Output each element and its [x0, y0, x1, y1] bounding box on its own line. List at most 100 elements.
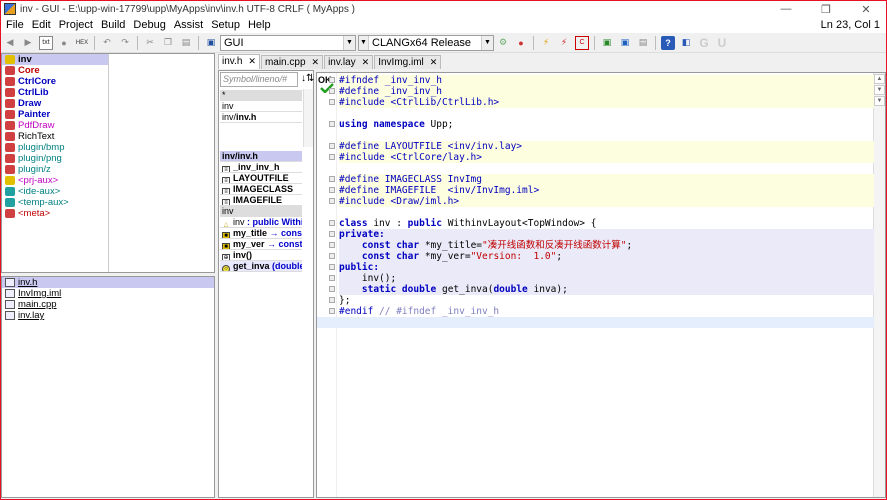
maximize-button[interactable]: ❐: [806, 3, 846, 16]
package-organizer-icon[interactable]: ▣: [204, 36, 218, 50]
symbol-item[interactable]: ≡ IMAGEFILE: [220, 195, 302, 206]
symbol-item[interactable]: ■ my_ver → const: [220, 239, 302, 250]
menu-help[interactable]: Help: [244, 19, 275, 31]
code-line[interactable]: #ifndef _inv_inv_h: [339, 75, 874, 86]
package-item[interactable]: CtrlCore: [2, 76, 108, 87]
code-line[interactable]: [317, 317, 874, 328]
scope-item[interactable]: *: [220, 90, 302, 101]
package-item[interactable]: plugin/bmp: [2, 142, 108, 153]
close-icon[interactable]: ✕: [312, 57, 320, 67]
symbol-item[interactable]: ○ get_inva (double: [220, 261, 302, 272]
line-marker[interactable]: [329, 275, 335, 281]
file-item[interactable]: InvImg.iml: [2, 288, 214, 299]
code-line[interactable]: #include <CtrlCore/lay.h>: [339, 152, 874, 163]
symbol-item[interactable]: ⊕ inv(): [220, 250, 302, 261]
line-marker[interactable]: [329, 242, 335, 248]
browse-icon[interactable]: ◧: [679, 36, 693, 50]
code-line[interactable]: #define _inv_inv_h: [339, 86, 874, 97]
editor-scrollbar[interactable]: ▲ ▼ ▼: [873, 73, 885, 497]
sort-icon[interactable]: ↓⇅: [301, 73, 314, 84]
file-item[interactable]: inv.h: [2, 277, 214, 288]
back-icon[interactable]: ◀: [3, 36, 17, 50]
package-item[interactable]: Painter: [2, 109, 108, 120]
code-line[interactable]: class inv : public WithinvLayout<TopWind…: [339, 218, 874, 229]
symbol-item[interactable]: ≡ IMAGECLASS: [220, 184, 302, 195]
menu-assist[interactable]: Assist: [170, 19, 207, 31]
symbol-item[interactable]: inv: [220, 206, 302, 217]
file-item[interactable]: inv.lay: [2, 310, 214, 321]
line-marker[interactable]: [329, 187, 335, 193]
minimize-button[interactable]: —: [766, 3, 806, 15]
code-editor[interactable]: OK ▲ ▼ ▼ #ifndef _inv_inv_h #define _inv_…: [316, 72, 886, 498]
code-line[interactable]: const char *my_ver="Version: 1.0";: [339, 251, 874, 262]
editor-tab[interactable]: main.cpp ✕: [260, 55, 324, 69]
package-item[interactable]: CtrlLib: [2, 87, 108, 98]
menu-setup[interactable]: Setup: [207, 19, 244, 31]
package-item[interactable]: PdfDraw: [2, 120, 108, 131]
menu-debug[interactable]: Debug: [129, 19, 169, 31]
line-marker[interactable]: [329, 198, 335, 204]
rebuild-icon[interactable]: ⚡: [557, 36, 571, 50]
text-mode-icon[interactable]: txt: [39, 35, 53, 50]
package-item[interactable]: <meta>: [2, 208, 108, 219]
line-marker[interactable]: [329, 154, 335, 160]
menu-file[interactable]: File: [1, 19, 28, 31]
line-marker[interactable]: [329, 176, 335, 182]
copy-icon[interactable]: ❐: [161, 36, 175, 50]
line-marker[interactable]: [329, 308, 335, 314]
main-config-select[interactable]: GUI ▼: [220, 34, 356, 51]
close-icon[interactable]: ✕: [248, 56, 256, 66]
clean-icon[interactable]: ●: [514, 36, 528, 50]
line-gutter[interactable]: [317, 73, 337, 497]
line-marker[interactable]: [329, 143, 335, 149]
menu-edit[interactable]: Edit: [28, 19, 55, 31]
output-icon[interactable]: ▤: [636, 36, 650, 50]
menu-project[interactable]: Project: [55, 19, 97, 31]
line-marker[interactable]: [329, 77, 335, 83]
scroll-down-icon[interactable]: ▼: [874, 96, 885, 106]
package-item[interactable]: <ide-aux>: [2, 186, 108, 197]
navigator-search-input[interactable]: Symbol/lineno/#: [220, 72, 298, 87]
line-marker[interactable]: [329, 286, 335, 292]
editor-tab[interactable]: inv.lay ✕: [324, 55, 374, 69]
build-method-select[interactable]: ▼ CLANGx64 Release ▼: [358, 34, 494, 51]
gui-designer-icon[interactable]: G: [697, 36, 711, 50]
debug-icon[interactable]: ▣: [618, 36, 632, 50]
code-line[interactable]: public:: [339, 262, 874, 273]
code-line[interactable]: #define LAYOUTFILE <inv/inv.lay>: [339, 141, 874, 152]
run-icon[interactable]: ▣: [600, 36, 614, 50]
redo-icon[interactable]: ↷: [118, 36, 132, 50]
code-line[interactable]: #define IMAGEFILE <inv/InvImg.iml>: [339, 185, 874, 196]
code-line[interactable]: inv();: [339, 273, 874, 284]
line-marker[interactable]: [329, 264, 335, 270]
line-marker[interactable]: [329, 220, 335, 226]
cut-icon[interactable]: ✂: [143, 36, 157, 50]
compile-file-icon[interactable]: C: [575, 35, 589, 50]
symbol-item[interactable]: inv/inv.h: [220, 151, 302, 162]
code-line[interactable]: [339, 130, 874, 141]
symbol-item[interactable]: △ inv : public Withi: [220, 217, 302, 228]
package-item[interactable]: <prj-aux>: [2, 175, 108, 186]
menu-build[interactable]: Build: [97, 19, 129, 31]
package-item[interactable]: Core: [2, 65, 108, 76]
code-line[interactable]: #include <Draw/iml.h>: [339, 196, 874, 207]
settings-icon[interactable]: ⚙: [496, 36, 510, 50]
line-marker[interactable]: [329, 297, 335, 303]
code-line[interactable]: #define IMAGECLASS InvImg: [339, 174, 874, 185]
undo-icon[interactable]: ↶: [100, 36, 114, 50]
close-icon[interactable]: ✕: [362, 57, 370, 67]
editor-tab[interactable]: InvImg.iml ✕: [374, 55, 442, 69]
line-marker[interactable]: [329, 88, 335, 94]
code-line[interactable]: [339, 163, 874, 174]
paste-icon[interactable]: ▤: [179, 36, 193, 50]
code-line[interactable]: static double get_inva(double inva);: [339, 284, 874, 295]
help-icon[interactable]: ?: [661, 35, 675, 50]
code-line[interactable]: [339, 108, 874, 119]
package-item[interactable]: RichText: [2, 131, 108, 142]
code-line[interactable]: const char *my_title="凑开线函数和反凑开线函数计算";: [339, 240, 874, 251]
forward-icon[interactable]: ▶: [21, 36, 35, 50]
u-designer-icon[interactable]: U: [715, 36, 729, 50]
scope-item[interactable]: inv: [220, 101, 302, 112]
code-line[interactable]: };: [339, 295, 874, 306]
editor-tab[interactable]: inv.h ✕: [218, 54, 260, 69]
